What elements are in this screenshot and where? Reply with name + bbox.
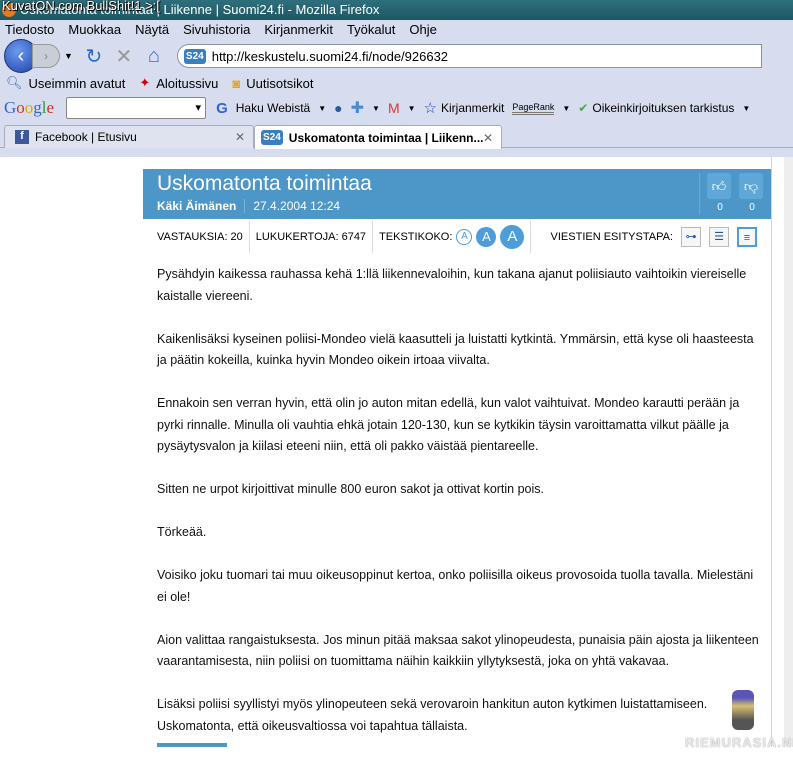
browser-chrome: Tiedosto Muokkaa Näytä Sivuhistoria Kirj… <box>0 20 793 157</box>
text-size-large-button[interactable]: A <box>500 225 525 249</box>
stop-icon[interactable]: ✕ <box>109 44 139 69</box>
post-author[interactable]: Käki Äimänen <box>157 199 246 213</box>
like-count: 0 <box>717 202 723 213</box>
text-size-control: TEKSTIKOKO: A A A <box>373 221 532 253</box>
menu-muokkaa[interactable]: Muokkaa <box>68 22 121 40</box>
post-paragraph: Aion valittaa rangaistuksesta. Jos minun… <box>157 632 759 669</box>
thumbs-up-icon[interactable]: 👍︎ <box>707 173 731 199</box>
post-title: Uskomatonta toimintaa <box>157 172 372 195</box>
like-button[interactable]: 👍︎ 0 <box>707 173 733 213</box>
google-toolbar: Google G Haku Webistä ▼ ● ✚ ▼ M ▼ ☆ Kirj… <box>0 94 793 122</box>
google-search-input[interactable] <box>66 97 207 119</box>
text-size-label: TEKSTIKOKO: <box>379 231 453 243</box>
content-border <box>771 157 772 747</box>
google-logo: Google <box>4 98 55 117</box>
dropdown-icon[interactable]: ▼ <box>562 104 570 113</box>
dropdown-icon[interactable]: ▼ <box>318 104 326 113</box>
page-content: Uskomatonta toimintaa Käki Äimänen 27.4.2… <box>0 157 793 750</box>
url-bar[interactable]: S24 http://keskustelu.suomi24.fi/node/92… <box>176 44 762 68</box>
url-text[interactable]: http://keskustelu.suomi24.fi/node/926632 <box>212 49 448 64</box>
facebook-icon: f <box>15 130 29 144</box>
google-g-icon: G <box>216 99 228 117</box>
home-icon[interactable]: ⌂ <box>139 45 169 68</box>
divider <box>699 173 700 215</box>
gmail-icon[interactable]: M <box>388 100 400 116</box>
post-paragraph: Voisiko joku tuomari tai muu oikeusoppin… <box>157 568 754 604</box>
post-stats-bar: VASTAUKSIA: 20 LUKUKERTOJA: 6747 TEKSTIK… <box>143 219 771 255</box>
tab-label: Uskomatonta toimintaa | Liikenn... <box>288 130 484 145</box>
threaded-view-icon[interactable]: ≡ <box>737 227 757 247</box>
post-paragraph: Ennakoin sen verran hyvin, että olin jo … <box>157 396 740 453</box>
pagerank-indicator: PageRank <box>512 102 555 115</box>
jester-mascot-icon <box>732 690 754 730</box>
star-icon: ☆ <box>423 100 437 117</box>
text-size-small-button[interactable]: A <box>456 229 473 245</box>
menu-sivuhistoria[interactable]: Sivuhistoria <box>183 22 250 40</box>
forward-button[interactable]: › <box>32 44 60 68</box>
post-body: Pysähdyin kaikessa rauhassa kehä 1:llä l… <box>157 264 765 759</box>
dropdown-icon[interactable]: ▼ <box>742 104 750 113</box>
reply-button[interactable] <box>157 743 227 747</box>
google-bookmarks-button[interactable]: Kirjanmerkit <box>441 101 504 115</box>
menu-ohje[interactable]: Ohje <box>409 22 436 40</box>
dropdown-icon[interactable]: ▼ <box>408 104 416 113</box>
history-dropdown-icon[interactable]: ▼ <box>64 51 73 61</box>
close-tab-icon[interactable]: ✕ <box>483 131 493 145</box>
reload-icon[interactable]: ↻ <box>79 44 109 69</box>
tree-view-icon[interactable]: ⊶ <box>681 227 701 247</box>
spellcheck-button[interactable]: Oikeinkirjoituksen tarkistus <box>592 101 734 115</box>
dragon-icon: ✦ <box>139 75 151 90</box>
site-watermark: RIEMURASIA.NET <box>685 735 793 750</box>
rss-icon: ◙ <box>232 75 241 91</box>
post-paragraph: Sitten ne urpot kirjoittivat minulle 800… <box>157 482 545 496</box>
post-paragraph: Pysähdyin kaikessa rauhassa kehä 1:llä l… <box>157 267 747 303</box>
bookmark-news[interactable]: Uutisotsikot <box>246 76 313 91</box>
close-tab-icon[interactable]: ✕ <box>235 130 245 144</box>
tab-label: Facebook | Etusivu <box>35 130 137 144</box>
title-bar: Uskomatonta toimintaa | Liikenne | Suomi… <box>0 0 793 20</box>
site-favicon: S24 <box>183 48 206 64</box>
bookmark-most-visited[interactable]: Useimmin avatut <box>29 76 126 91</box>
post-header: Uskomatonta toimintaa Käki Äimänen 27.4.2… <box>143 169 771 219</box>
scrollbar[interactable] <box>784 157 793 747</box>
menu-kirjanmerkit[interactable]: Kirjanmerkit <box>264 22 333 40</box>
watermark-text: KuvatON.com BullShit!1 >:[ <box>2 0 160 13</box>
post-date: 27.4.2004 12:24 <box>253 199 341 213</box>
reply-count: VASTAUKSIA: 20 <box>143 221 250 253</box>
bookmarks-toolbar: 🔍︎ Useimmin avatut ✦ Aloitussivu ◙ Uutisots… <box>0 72 793 94</box>
bookmark-home[interactable]: Aloitussivu <box>156 76 218 91</box>
view-mode-control: VIESTIEN ESITYSTAPA: ⊶ ☰ ≡ <box>551 227 771 247</box>
web-search-button[interactable]: Haku Webistä <box>236 101 310 115</box>
menu-bar: Tiedosto Muokkaa Näytä Sivuhistoria Kirj… <box>0 20 793 40</box>
menu-tyokalut[interactable]: Työkalut <box>347 22 395 40</box>
flat-view-icon[interactable]: ☰ <box>709 227 729 247</box>
post-paragraph: Törkeää. <box>157 525 207 539</box>
post-paragraph: Kaikenlisäksi kyseinen poliisi-Mondeo vi… <box>157 331 754 368</box>
menu-nayta[interactable]: Näytä <box>135 22 169 40</box>
spellcheck-icon: ✔ <box>578 101 589 115</box>
globe-icon[interactable]: ● <box>334 100 342 116</box>
tab-bar: f Facebook | Etusivu ✕ S24 Uskomatonta t… <box>0 122 793 149</box>
dropdown-icon[interactable]: ▼ <box>372 104 380 113</box>
nav-bar: ‹ › ▼ ↻ ✕ ⌂ S24 http://keskustelu.suomi2… <box>0 39 793 73</box>
view-mode-label: VIESTIEN ESITYSTAPA: <box>550 231 673 243</box>
view-count: LUKUKERTOJA: 6747 <box>250 221 374 253</box>
thumbs-down-icon[interactable]: 👎︎ <box>739 173 763 199</box>
menu-tiedosto[interactable]: Tiedosto <box>5 22 54 40</box>
site-favicon: S24 <box>261 130 283 145</box>
plus-icon[interactable]: ✚ <box>351 98 364 118</box>
text-size-medium-button[interactable]: A <box>476 227 497 247</box>
tab-facebook[interactable]: f Facebook | Etusivu ✕ <box>4 125 254 148</box>
magnifier-icon: 🔍︎ <box>6 75 23 90</box>
dislike-count: 0 <box>749 202 755 213</box>
dislike-button[interactable]: 👎︎ 0 <box>739 173 765 213</box>
post-paragraph: Lisäksi poliisi syyllistyi myös ylinopeu… <box>157 697 708 733</box>
tab-suomi24[interactable]: S24 Uskomatonta toimintaa | Liikenn... ✕ <box>254 125 502 149</box>
